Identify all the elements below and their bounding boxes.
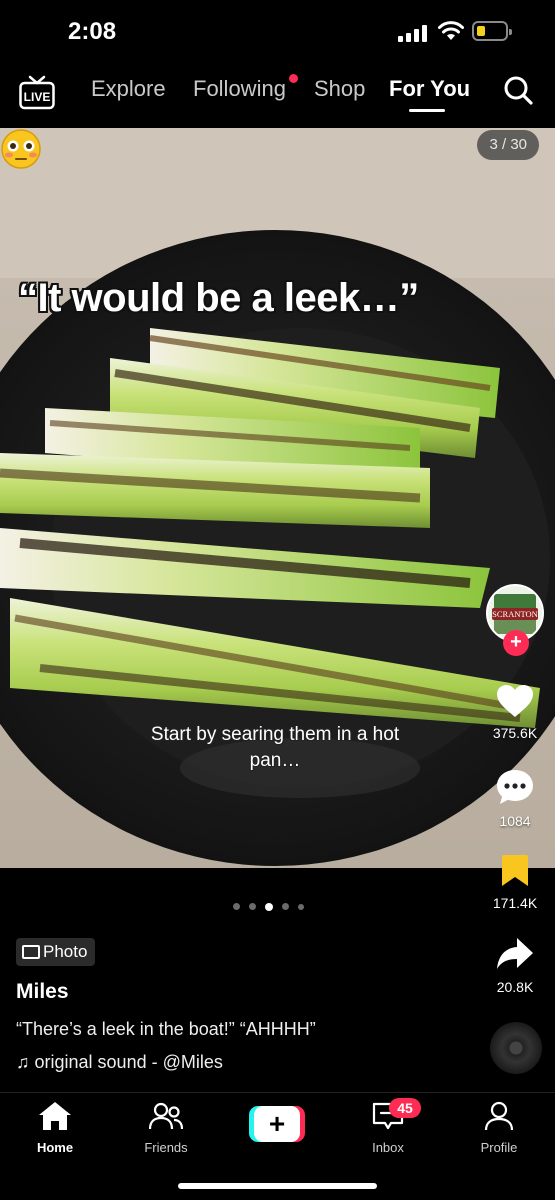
overlay-title: “It would be a leek…”	[18, 276, 419, 320]
tab-shop[interactable]: Shop	[314, 76, 365, 102]
overlay-caption: Start by searing them in a hot pan…	[150, 724, 400, 771]
tab-following[interactable]: Following	[193, 76, 286, 102]
create-label: +	[269, 1108, 285, 1139]
create-plus-icon: +	[249, 1106, 305, 1142]
comment-icon	[497, 770, 533, 804]
follow-button[interactable]: +	[503, 630, 529, 656]
post-description[interactable]: “There’s a leek in the boat!” “AHHHH”	[16, 1019, 316, 1040]
create-button[interactable]: +	[249, 1106, 305, 1142]
share-count: 20.8K	[496, 979, 534, 995]
share-button[interactable]: 20.8K	[480, 936, 550, 995]
nav-home[interactable]: Home	[15, 1101, 95, 1155]
nav-inbox-label: Inbox	[372, 1140, 404, 1155]
music-note-icon: ♫	[16, 1052, 30, 1072]
comment-count: 1084	[499, 813, 531, 829]
battery-icon	[472, 21, 512, 41]
pager-dot	[249, 903, 256, 910]
wifi-icon	[438, 21, 464, 40]
nav-friends-label: Friends	[144, 1140, 188, 1155]
like-count: 375.6K	[492, 725, 538, 741]
post-type-label: Photo	[43, 942, 88, 961]
signal-icon	[398, 24, 428, 42]
heart-icon	[497, 685, 533, 717]
search-icon[interactable]	[502, 74, 534, 106]
bookmark-count: 171.4K	[492, 895, 538, 911]
photo-counter: 3 / 30	[477, 130, 539, 160]
pager-dot-active	[265, 902, 273, 911]
inbox-badge: 45	[389, 1098, 421, 1118]
pager-dot	[282, 903, 289, 910]
author-name[interactable]: Miles	[16, 980, 69, 1004]
tab-for-you[interactable]: For You	[389, 76, 470, 102]
nav-profile[interactable]: Profile	[459, 1101, 539, 1155]
bookmark-icon	[502, 855, 528, 886]
comment-button[interactable]: 1084	[480, 768, 550, 829]
sound-disc[interactable]	[490, 1022, 542, 1074]
flushed-face-icon	[1, 129, 41, 169]
following-notification-dot	[289, 74, 298, 83]
live-label: LIVE	[24, 90, 51, 104]
share-arrow-icon	[497, 938, 533, 969]
sound-label: original sound - @Miles	[34, 1052, 223, 1072]
like-button[interactable]: 375.6K	[480, 684, 550, 741]
avatar-text: SCRANTON	[492, 609, 538, 619]
status-time: 2:08	[68, 18, 117, 45]
top-nav: LIVE Explore Following Shop For You	[0, 62, 555, 128]
friends-icon	[148, 1102, 184, 1130]
post-photo[interactable]: 3 / 30 “It would be a leek…” Start by se…	[0, 128, 555, 868]
photo-icon	[22, 945, 40, 959]
pager-dot	[233, 903, 240, 910]
home-indicator	[178, 1183, 377, 1189]
nav-home-label: Home	[36, 1140, 74, 1155]
bookmark-button[interactable]: 171.4K	[480, 854, 550, 911]
status-bar: 2:08	[0, 0, 555, 62]
post-type-badge: Photo	[16, 938, 96, 966]
sound-link[interactable]: ♫ original sound - @Miles	[16, 1052, 223, 1073]
nav-friends[interactable]: Friends	[126, 1101, 206, 1155]
profile-icon	[484, 1101, 514, 1131]
home-icon	[39, 1102, 71, 1130]
tab-explore[interactable]: Explore	[91, 76, 166, 102]
active-tab-indicator	[409, 109, 445, 112]
pager-dot	[298, 903, 304, 910]
live-icon[interactable]: LIVE	[18, 74, 56, 110]
nav-profile-label: Profile	[480, 1140, 518, 1155]
